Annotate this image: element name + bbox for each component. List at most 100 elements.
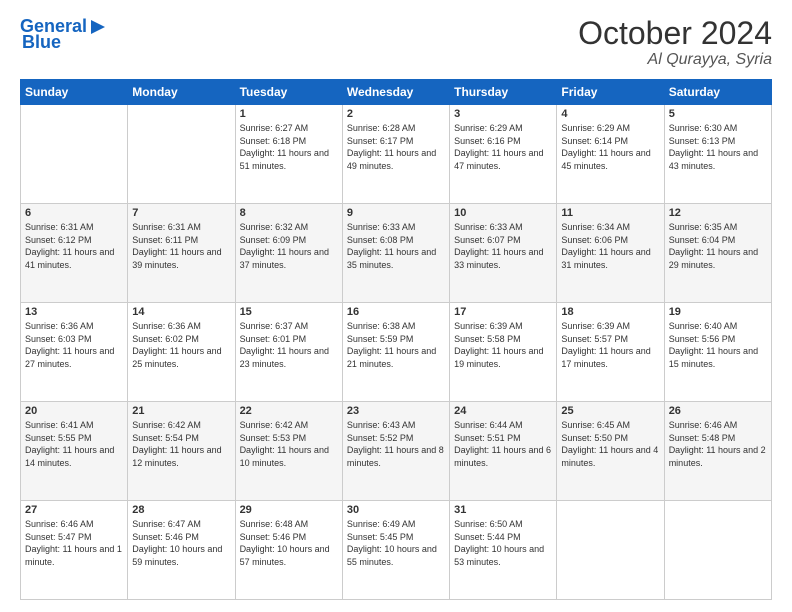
calendar-cell: 25Sunrise: 6:45 AMSunset: 5:50 PMDayligh… <box>557 402 664 501</box>
day-info: Sunrise: 6:33 AMSunset: 6:07 PMDaylight:… <box>454 222 543 270</box>
day-info: Sunrise: 6:31 AMSunset: 6:12 PMDaylight:… <box>25 222 114 270</box>
calendar-cell <box>664 501 771 600</box>
col-wednesday: Wednesday <box>342 80 449 105</box>
calendar-cell: 24 Sunrise: 6:44 AMSunset: 5:51 PMDayligh… <box>450 402 557 501</box>
calendar-cell: 22 Sunrise: 6:42 AMSunset: 5:53 PMDayligh… <box>235 402 342 501</box>
day-info: Sunrise: 6:46 AMSunset: 5:48 PMDaylight:… <box>669 420 766 468</box>
day-number: 10 <box>454 207 552 219</box>
day-number: 3 <box>454 108 552 120</box>
col-friday: Friday <box>557 80 664 105</box>
day-info: Sunrise: 6:28 AMSunset: 6:17 PMDaylight:… <box>347 123 436 171</box>
calendar-cell: 26 Sunrise: 6:46 AMSunset: 5:48 PMDayligh… <box>664 402 771 501</box>
day-info: Sunrise: 6:45 AMSunset: 5:50 PMDaylight:… <box>561 420 658 468</box>
calendar-cell: 10 Sunrise: 6:33 AMSunset: 6:07 PMDayligh… <box>450 204 557 303</box>
calendar-cell: 14Sunrise: 6:36 AMSunset: 6:02 PMDayligh… <box>128 303 235 402</box>
calendar-cell: 17Sunrise: 6:39 AMSunset: 5:58 PMDayligh… <box>450 303 557 402</box>
day-number: 13 <box>25 306 123 318</box>
calendar-cell: 19 Sunrise: 6:40 AMSunset: 5:56 PMDayligh… <box>664 303 771 402</box>
day-info: Sunrise: 6:31 AMSunset: 6:11 PMDaylight:… <box>132 222 221 270</box>
day-number: 4 <box>561 108 659 120</box>
day-number: 6 <box>25 207 123 219</box>
calendar-cell: 18Sunrise: 6:39 AMSunset: 5:57 PMDayligh… <box>557 303 664 402</box>
day-info: Sunrise: 6:29 AMSunset: 6:16 PMDaylight:… <box>454 123 543 171</box>
day-info: Sunrise: 6:29 AMSunset: 6:14 PMDaylight:… <box>561 123 650 171</box>
day-number: 21 <box>132 405 230 417</box>
calendar-cell: 9 Sunrise: 6:33 AMSunset: 6:08 PMDaylight… <box>342 204 449 303</box>
day-info: Sunrise: 6:39 AMSunset: 5:58 PMDaylight:… <box>454 321 543 369</box>
day-info: Sunrise: 6:50 AMSunset: 5:44 PMDaylight:… <box>454 519 544 567</box>
day-info: Sunrise: 6:36 AMSunset: 6:03 PMDaylight:… <box>25 321 114 369</box>
day-info: Sunrise: 6:37 AMSunset: 6:01 PMDaylight:… <box>240 321 329 369</box>
day-info: Sunrise: 6:43 AMSunset: 5:52 PMDaylight:… <box>347 420 444 468</box>
logo-blue: Blue <box>22 32 61 52</box>
day-info: Sunrise: 6:35 AMSunset: 6:04 PMDaylight:… <box>669 222 758 270</box>
day-info: Sunrise: 6:42 AMSunset: 5:53 PMDaylight:… <box>240 420 329 468</box>
day-info: Sunrise: 6:32 AMSunset: 6:09 PMDaylight:… <box>240 222 329 270</box>
day-number: 28 <box>132 504 230 516</box>
day-number: 30 <box>347 504 445 516</box>
day-info: Sunrise: 6:47 AMSunset: 5:46 PMDaylight:… <box>132 519 222 567</box>
calendar-cell: 7 Sunrise: 6:31 AMSunset: 6:11 PMDaylight… <box>128 204 235 303</box>
calendar-week-2: 6 Sunrise: 6:31 AMSunset: 6:12 PMDaylight… <box>21 204 772 303</box>
day-number: 19 <box>669 306 767 318</box>
calendar-table: Sunday Monday Tuesday Wednesday Thursday… <box>20 79 772 600</box>
day-number: 24 <box>454 405 552 417</box>
calendar-cell: 16 Sunrise: 6:38 AMSunset: 5:59 PMDayligh… <box>342 303 449 402</box>
day-info: Sunrise: 6:27 AMSunset: 6:18 PMDaylight:… <box>240 123 329 171</box>
day-number: 9 <box>347 207 445 219</box>
day-info: Sunrise: 6:33 AMSunset: 6:08 PMDaylight:… <box>347 222 436 270</box>
calendar-cell: 30 Sunrise: 6:49 AMSunset: 5:45 PMDayligh… <box>342 501 449 600</box>
day-number: 8 <box>240 207 338 219</box>
logo: General Blue <box>20 16 109 53</box>
calendar-cell <box>557 501 664 600</box>
calendar-cell: 2 Sunrise: 6:28 AMSunset: 6:17 PMDaylight… <box>342 105 449 204</box>
col-sunday: Sunday <box>21 80 128 105</box>
calendar-week-3: 13 Sunrise: 6:36 AMSunset: 6:03 PMDayligh… <box>21 303 772 402</box>
location-title: Al Qurayya, Syria <box>578 51 772 69</box>
page: General Blue October 2024 Al Qurayya, Sy… <box>0 0 792 612</box>
calendar-cell <box>128 105 235 204</box>
calendar-cell: 3 Sunrise: 6:29 AMSunset: 6:16 PMDaylight… <box>450 105 557 204</box>
calendar-cell: 12Sunrise: 6:35 AMSunset: 6:04 PMDayligh… <box>664 204 771 303</box>
day-number: 18 <box>561 306 659 318</box>
calendar-cell: 11Sunrise: 6:34 AMSunset: 6:06 PMDayligh… <box>557 204 664 303</box>
calendar-cell: 28 Sunrise: 6:47 AMSunset: 5:46 PMDayligh… <box>128 501 235 600</box>
calendar-week-4: 20 Sunrise: 6:41 AMSunset: 5:55 PMDayligh… <box>21 402 772 501</box>
day-number: 2 <box>347 108 445 120</box>
day-number: 27 <box>25 504 123 516</box>
day-info: Sunrise: 6:40 AMSunset: 5:56 PMDaylight:… <box>669 321 758 369</box>
calendar-cell: 29 Sunrise: 6:48 AMSunset: 5:46 PMDayligh… <box>235 501 342 600</box>
day-number: 7 <box>132 207 230 219</box>
day-number: 23 <box>347 405 445 417</box>
header: General Blue October 2024 Al Qurayya, Sy… <box>20 16 772 69</box>
calendar-week-1: 1 Sunrise: 6:27 AMSunset: 6:18 PMDaylight… <box>21 105 772 204</box>
day-info: Sunrise: 6:36 AMSunset: 6:02 PMDaylight:… <box>132 321 221 369</box>
calendar-cell <box>21 105 128 204</box>
calendar-cell: 23 Sunrise: 6:43 AMSunset: 5:52 PMDayligh… <box>342 402 449 501</box>
month-title: October 2024 <box>578 16 772 51</box>
calendar-cell: 27 Sunrise: 6:46 AMSunset: 5:47 PMDayligh… <box>21 501 128 600</box>
calendar-cell: 4 Sunrise: 6:29 AMSunset: 6:14 PMDaylight… <box>557 105 664 204</box>
day-info: Sunrise: 6:34 AMSunset: 6:06 PMDaylight:… <box>561 222 650 270</box>
col-tuesday: Tuesday <box>235 80 342 105</box>
calendar-week-5: 27 Sunrise: 6:46 AMSunset: 5:47 PMDayligh… <box>21 501 772 600</box>
title-block: October 2024 Al Qurayya, Syria <box>578 16 772 69</box>
day-info: Sunrise: 6:46 AMSunset: 5:47 PMDaylight:… <box>25 519 122 567</box>
day-number: 20 <box>25 405 123 417</box>
day-number: 16 <box>347 306 445 318</box>
day-number: 5 <box>669 108 767 120</box>
calendar-cell: 21 Sunrise: 6:42 AMSunset: 5:54 PMDayligh… <box>128 402 235 501</box>
day-info: Sunrise: 6:38 AMSunset: 5:59 PMDaylight:… <box>347 321 436 369</box>
day-info: Sunrise: 6:44 AMSunset: 5:51 PMDaylight:… <box>454 420 551 468</box>
day-number: 1 <box>240 108 338 120</box>
logo-icon <box>87 16 109 38</box>
day-info: Sunrise: 6:48 AMSunset: 5:46 PMDaylight:… <box>240 519 330 567</box>
calendar-cell: 13 Sunrise: 6:36 AMSunset: 6:03 PMDayligh… <box>21 303 128 402</box>
day-info: Sunrise: 6:49 AMSunset: 5:45 PMDaylight:… <box>347 519 437 567</box>
day-info: Sunrise: 6:41 AMSunset: 5:55 PMDaylight:… <box>25 420 114 468</box>
day-info: Sunrise: 6:30 AMSunset: 6:13 PMDaylight:… <box>669 123 758 171</box>
day-number: 29 <box>240 504 338 516</box>
day-info: Sunrise: 6:42 AMSunset: 5:54 PMDaylight:… <box>132 420 221 468</box>
day-number: 22 <box>240 405 338 417</box>
day-number: 26 <box>669 405 767 417</box>
